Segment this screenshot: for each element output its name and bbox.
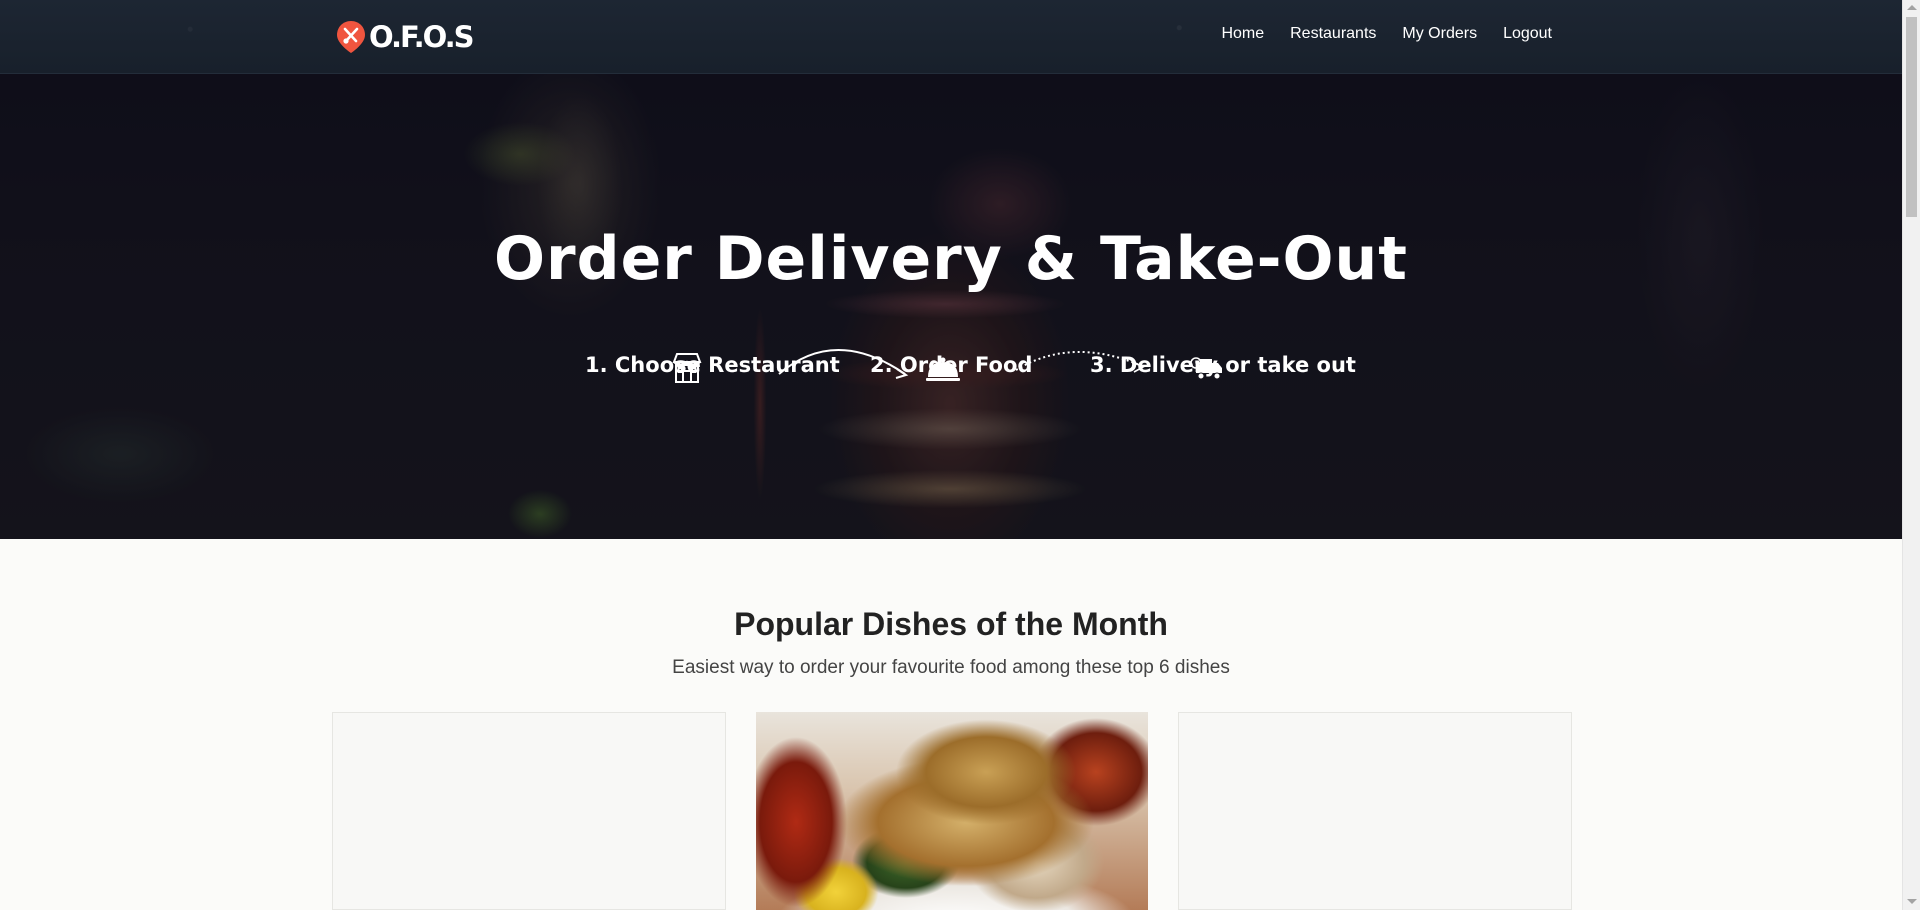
step-delivery-takeout: 3. Delivery or take out <box>1090 353 1356 377</box>
hero-overlay <box>0 74 1902 539</box>
main-nav: Home Restaurants My Orders Logout <box>1221 24 1552 44</box>
step-choose-restaurant: 1. Choose Restaurant <box>585 353 840 377</box>
nav-restaurants-link[interactable]: Restaurants <box>1290 24 1376 44</box>
site-logo[interactable]: O.F.O.S <box>336 18 475 56</box>
scroll-down-arrow-icon[interactable] <box>1907 899 1917 904</box>
step-order-food: 2. Order Food <box>870 353 1033 377</box>
logo-pin-icon <box>336 20 366 54</box>
dish-image[interactable] <box>756 712 1148 910</box>
logo-text: O.F.O.S <box>369 20 475 54</box>
nav-logout-link[interactable]: Logout <box>1503 24 1552 44</box>
scrollbar-thumb[interactable] <box>1906 17 1917 217</box>
nav-home-link[interactable]: Home <box>1221 24 1264 44</box>
top-navbar: O.F.O.S Home Restaurants My Orders Logou… <box>0 0 1902 74</box>
dish-card[interactable] <box>1178 712 1572 910</box>
popular-dishes-title: Popular Dishes of the Month <box>734 606 1168 642</box>
dish-card[interactable] <box>332 712 726 910</box>
page-scrollbar[interactable] <box>1902 0 1920 910</box>
scroll-up-arrow-icon[interactable] <box>1907 5 1917 10</box>
hero-title: Order Delivery & Take-Out <box>494 224 1408 294</box>
hero-banner: Order Delivery & Take-Out 1. Choose Rest… <box>0 74 1902 539</box>
popular-dishes-subtitle: Easiest way to order your favourite food… <box>672 657 1230 678</box>
nav-my-orders-link[interactable]: My Orders <box>1402 24 1477 44</box>
